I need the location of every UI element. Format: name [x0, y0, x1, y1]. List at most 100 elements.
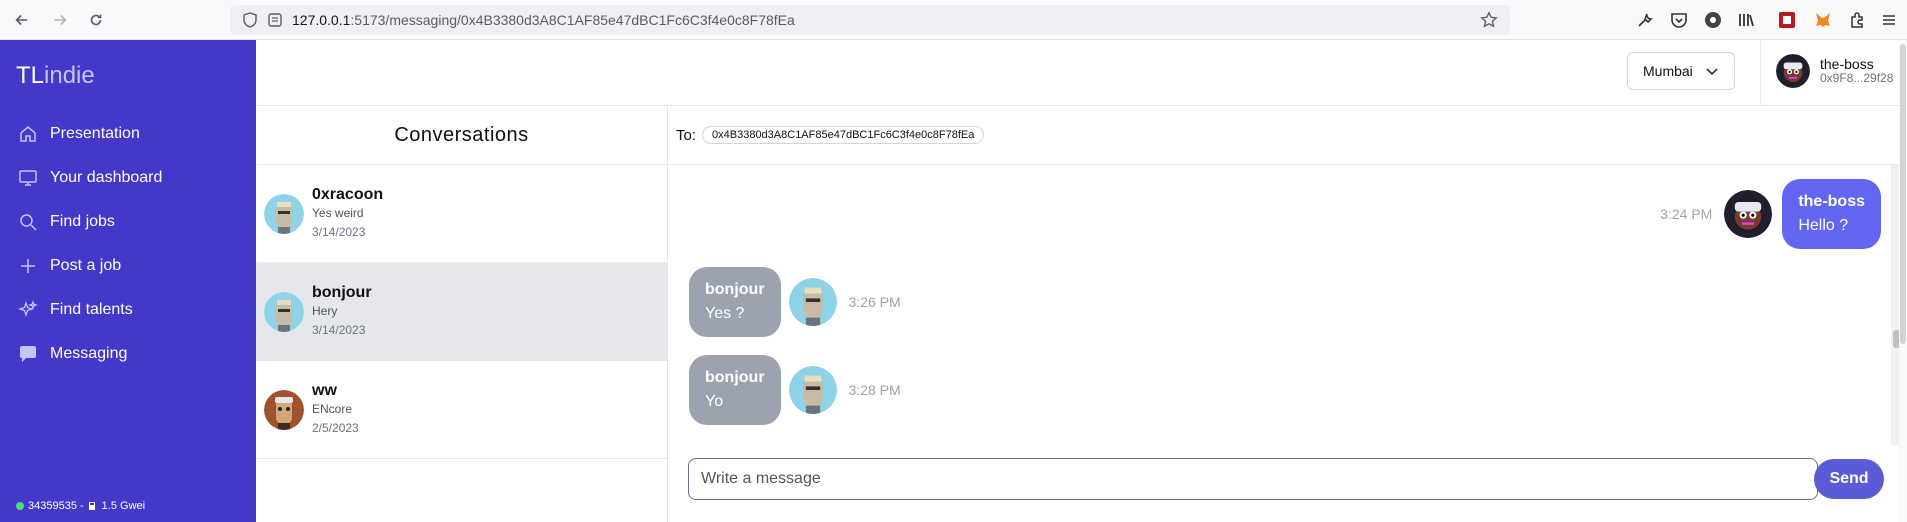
- message-bubble: bonjour Yo: [689, 355, 781, 425]
- block-number: 34359535 -: [28, 500, 84, 512]
- bookmark-star-icon[interactable]: [1480, 11, 1498, 29]
- avatar: [264, 193, 304, 234]
- sidebar-item-label: Find talents: [50, 301, 133, 318]
- sidebar-item-post-job[interactable]: Post a job: [0, 244, 256, 288]
- sidebar-item-label: Messaging: [50, 345, 128, 362]
- message-time: 3:26 PM: [848, 294, 901, 310]
- brand-logo[interactable]: TLindie: [16, 62, 95, 90]
- reload-icon[interactable]: [84, 8, 108, 32]
- sidebar-item-presentation[interactable]: Presentation: [0, 112, 256, 156]
- send-button[interactable]: Send: [1814, 459, 1884, 499]
- red-extension-icon[interactable]: [1776, 9, 1798, 31]
- sidebar: TLindie Presentation Your dashboard Find…: [0, 40, 256, 522]
- page-scrollbar[interactable]: [1899, 40, 1907, 522]
- message-sender: bonjour: [705, 369, 765, 386]
- sidebar-item-find-jobs[interactable]: Find jobs: [0, 200, 256, 244]
- chat-bubble-icon: [20, 346, 36, 362]
- status-dot-icon: [16, 502, 24, 510]
- to-label: To:: [676, 126, 697, 144]
- gas-price: 1.5 Gwei: [101, 500, 146, 512]
- conversation-item[interactable]: bonjour Hery 3/14/2023: [256, 263, 667, 361]
- dashboard-icon: [19, 170, 37, 186]
- message-time: 3:24 PM: [1660, 206, 1713, 222]
- page-scrollbar-thumb[interactable]: [1900, 44, 1906, 344]
- brand-indie: indie: [44, 62, 95, 89]
- avatar: [1776, 54, 1810, 88]
- metamask-fox-icon[interactable]: [1812, 9, 1834, 31]
- sidebar-item-dashboard[interactable]: Your dashboard: [0, 156, 256, 200]
- conversations-panel: Conversations 0xracoon Yes weird 3/14/20…: [256, 106, 668, 522]
- conversation-last-message: Yes weird: [312, 206, 364, 220]
- url-path: :5173/messaging/0x4B3380d3A8C1AF85e47dBC…: [350, 12, 795, 28]
- user-info: the-boss 0x9F8...29f28: [1820, 57, 1893, 85]
- brand-tl: TL: [16, 62, 45, 89]
- conversation-text: 0xracoon Yes weird 3/14/2023: [312, 185, 383, 242]
- forward-arrow-icon[interactable]: [48, 8, 72, 32]
- message-text: Hello ?: [1798, 217, 1849, 234]
- message-sender: the-boss: [1798, 193, 1865, 210]
- message-time: 3:28 PM: [848, 382, 901, 398]
- library-icon[interactable]: [1735, 9, 1757, 31]
- user-profile[interactable]: the-boss 0x9F8...29f28: [1776, 54, 1893, 88]
- conversation-date: 3/14/2023: [312, 225, 366, 239]
- message-sent: 3:24 PM the-boss Hello ?: [1660, 179, 1881, 249]
- sidebar-item-label: Presentation: [50, 125, 140, 142]
- sidebar-item-find-talents[interactable]: Find talents: [0, 288, 256, 332]
- message-text: Yo: [705, 393, 724, 410]
- pocket-icon[interactable]: [1668, 9, 1690, 31]
- conversation-last-message: Hery: [312, 304, 338, 318]
- conversation-item[interactable]: ww ENcore 2/5/2023: [256, 361, 667, 459]
- recipient-address-pill[interactable]: 0x4B3380d3A8C1AF85e47dBC1Fc6C3f4e0c8F78f…: [702, 126, 985, 144]
- sidebar-item-label: Your dashboard: [50, 169, 163, 186]
- network-label: Mumbai: [1643, 63, 1693, 79]
- recipient-bar: To: 0x4B3380d3A8C1AF85e47dBC1Fc6C3f4e0c8…: [668, 106, 1907, 165]
- sidebar-item-label: Post a job: [50, 257, 122, 274]
- search-icon: [20, 214, 37, 231]
- avatar: [264, 389, 304, 430]
- conversation-name: ww: [312, 382, 337, 399]
- conversation-name: bonjour: [312, 284, 372, 301]
- sidebar-nav: Presentation Your dashboard Find jobs Po…: [0, 112, 256, 376]
- shield-icon[interactable]: [242, 12, 258, 28]
- url-bar[interactable]: 127.0.0.1:5173/messaging/0x4B3380d3A8C1A…: [230, 5, 1510, 35]
- conversation-text: ww ENcore 2/5/2023: [312, 381, 359, 438]
- avatar: [264, 291, 304, 332]
- sidebar-item-label: Find jobs: [50, 213, 115, 230]
- message-bubble: bonjour Yes ?: [689, 267, 781, 337]
- user-address: 0x9F8...29f28: [1820, 71, 1894, 85]
- browser-toolbar: 127.0.0.1:5173/messaging/0x4B3380d3A8C1A…: [0, 0, 1907, 40]
- user-name: the-boss: [1820, 56, 1874, 72]
- page-info-icon[interactable]: [268, 12, 282, 28]
- extensions-puzzle-icon[interactable]: [1846, 9, 1868, 31]
- home-icon: [20, 126, 36, 142]
- message-received: bonjour Yes ? 3:26 PM: [689, 267, 901, 337]
- gas-pump-icon: [88, 502, 95, 510]
- message-bubble: the-boss Hello ?: [1782, 179, 1881, 249]
- message-text: Yes ?: [705, 305, 745, 322]
- chat-panel: To: 0x4B3380d3A8C1AF85e47dBC1Fc6C3f4e0c8…: [668, 106, 1907, 522]
- message-received: bonjour Yo 3:28 PM: [689, 355, 901, 425]
- conversations-title: Conversations: [256, 106, 667, 165]
- message-input[interactable]: [701, 470, 1817, 488]
- message-sender: bonjour: [705, 281, 765, 298]
- sparkles-icon: [18, 300, 38, 318]
- message-compose[interactable]: [688, 458, 1818, 500]
- conversation-text: bonjour Hery 3/14/2023: [312, 283, 372, 340]
- wrench-icon[interactable]: [1634, 9, 1656, 31]
- message-list: 3:24 PM the-boss Hello ? bonjour Yes ? 3…: [668, 165, 1907, 445]
- conversation-item[interactable]: 0xracoon Yes weird 3/14/2023: [256, 165, 667, 263]
- plus-icon: [21, 259, 35, 273]
- header-divider: [1760, 40, 1761, 106]
- top-header: Mumbai the-boss 0x9F8...29f28: [256, 40, 1907, 106]
- avatar: [788, 278, 837, 326]
- conversation-date: 2/5/2023: [312, 421, 359, 435]
- chevron-down-icon: [1706, 68, 1718, 76]
- network-select[interactable]: Mumbai: [1627, 52, 1735, 90]
- menu-hamburger-icon[interactable]: [1878, 9, 1900, 31]
- sidebar-item-messaging[interactable]: Messaging: [0, 332, 256, 376]
- extension-circle-icon[interactable]: [1702, 9, 1724, 31]
- conversation-name: 0xracoon: [312, 186, 384, 203]
- back-arrow-icon[interactable]: [10, 8, 34, 32]
- network-stats: 34359535 - 1.5 Gwei: [16, 500, 145, 512]
- avatar: [1724, 190, 1773, 238]
